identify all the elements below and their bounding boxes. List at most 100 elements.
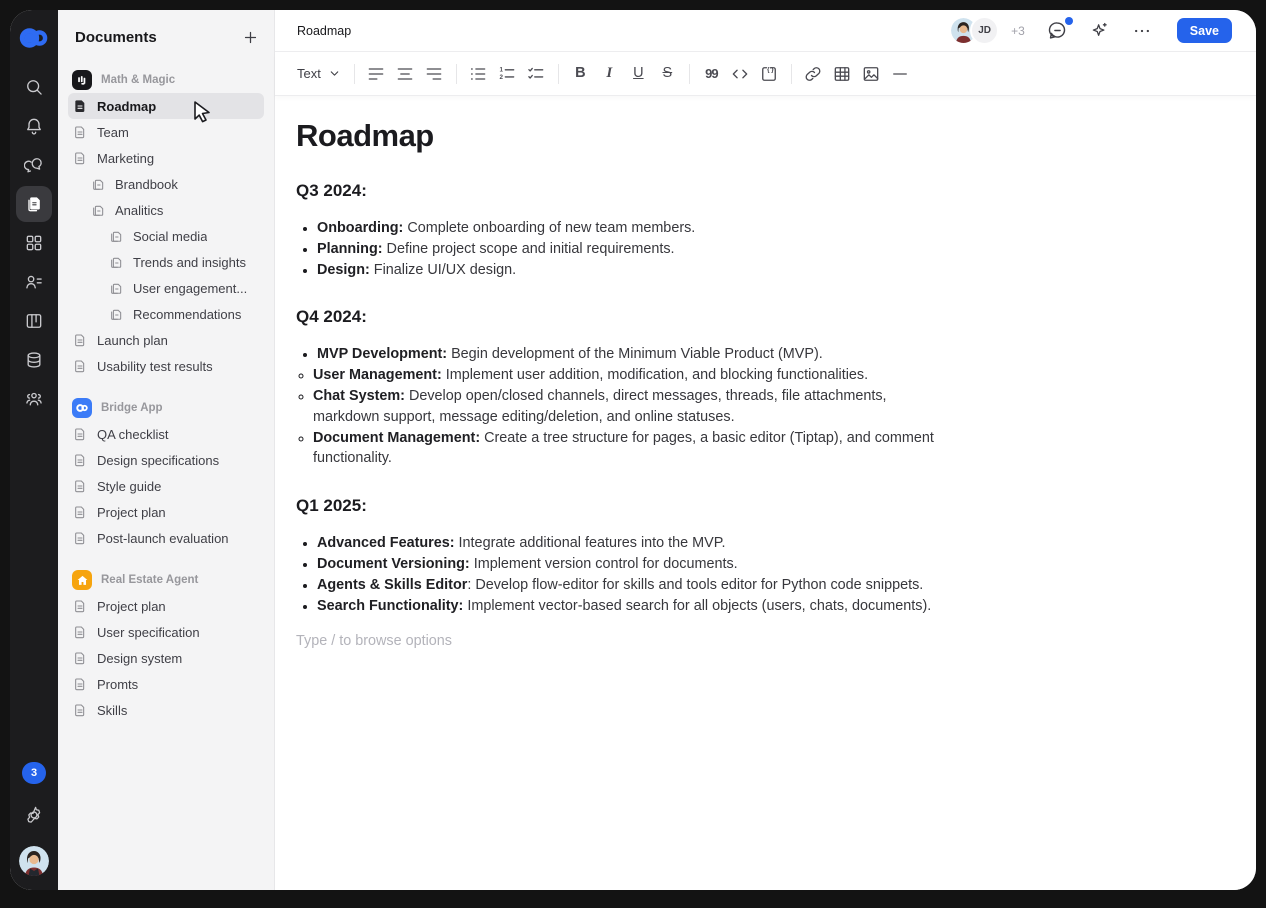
- editor-content[interactable]: Roadmap Q3 2024:Onboarding: Complete onb…: [275, 96, 1256, 890]
- sidebar-item-roadmap[interactable]: Roadmap: [68, 93, 264, 119]
- sidebar-item-user-specification[interactable]: User specification: [68, 619, 264, 645]
- pages-icon: [108, 306, 124, 322]
- ai-sparkle-icon[interactable]: [1087, 18, 1113, 44]
- editor-placeholder[interactable]: Type / to browse options: [296, 633, 1226, 649]
- quote-button[interactable]: 99: [697, 60, 726, 88]
- sidebar-item-social-media[interactable]: Social media: [68, 223, 264, 249]
- rail-chat-icon[interactable]: [16, 147, 52, 183]
- sidebar-item-brandbook[interactable]: Brandbook: [68, 171, 264, 197]
- notification-count-badge[interactable]: 3: [22, 762, 46, 784]
- rail-team-icon[interactable]: [16, 381, 52, 417]
- sidebar-section: Bridge App QA checklist Design specificati…: [68, 395, 264, 551]
- list-bullet-button[interactable]: [464, 60, 493, 88]
- sidebar-item-promts[interactable]: Promts: [68, 671, 264, 697]
- rail-documents-icon[interactable]: [16, 186, 52, 222]
- sidebar-item-qa-checklist[interactable]: QA checklist: [68, 421, 264, 447]
- main-panel: Roadmap JD +3: [275, 10, 1256, 890]
- sidebar-item-usability-test-results[interactable]: Usability test results: [68, 353, 264, 379]
- sidebar-item-design-specifications[interactable]: Design specifications: [68, 447, 264, 473]
- bullet-item: Planning: Define project scope and initi…: [317, 239, 946, 260]
- sidebar-item-project-plan[interactable]: Project plan: [68, 593, 264, 619]
- block-type-dropdown[interactable]: Text: [291, 62, 347, 85]
- collaborator-avatars: JD: [949, 16, 999, 45]
- page-icon: [72, 624, 88, 640]
- image-icon: [861, 64, 881, 84]
- sidebar-item-label: QA checklist: [97, 427, 169, 442]
- bullet-list: Advanced Features: Integrate additional …: [296, 533, 946, 616]
- page-filled-icon: [72, 98, 88, 114]
- rail-contacts-icon[interactable]: [16, 264, 52, 300]
- page-icon: [72, 598, 88, 614]
- bullet-list: Onboarding: Complete onboarding of new t…: [296, 218, 946, 280]
- list-check-button[interactable]: [522, 60, 551, 88]
- code-button[interactable]: [726, 60, 755, 88]
- bullet-item: Design: Finalize UI/UX design.: [317, 260, 946, 281]
- strikethrough-button[interactable]: S: [653, 60, 682, 88]
- rail-search-icon[interactable]: [16, 69, 52, 105]
- rail-grid-icon[interactable]: [16, 225, 52, 261]
- sidebar-item-trends-and-insights[interactable]: Trends and insights: [68, 249, 264, 275]
- rail-icon-list: [16, 66, 52, 420]
- bold-icon: B: [575, 66, 585, 81]
- align-center-button[interactable]: [391, 60, 420, 88]
- code-block-icon: {'}: [759, 64, 779, 84]
- sidebar-item-label: Project plan: [97, 505, 166, 520]
- bullet-item: Search Functionality: Implement vector-b…: [317, 596, 946, 617]
- page-icon: [72, 530, 88, 546]
- page-icon: [72, 650, 88, 666]
- settings-gear-icon[interactable]: [16, 797, 52, 833]
- align-left-button[interactable]: [362, 60, 391, 88]
- sidebar-item-user-engagement[interactable]: User engagement...: [68, 275, 264, 301]
- image-button[interactable]: [857, 60, 886, 88]
- section-header-bridge[interactable]: Bridge App: [68, 395, 264, 421]
- more-options-icon[interactable]: [1129, 18, 1155, 44]
- sidebar-item-label: Roadmap: [97, 99, 156, 114]
- rail-kanban-icon[interactable]: [16, 303, 52, 339]
- sidebar-item-design-system[interactable]: Design system: [68, 645, 264, 671]
- page-icon: [72, 676, 88, 692]
- comments-icon[interactable]: [1045, 18, 1071, 44]
- sidebar-item-marketing[interactable]: Marketing: [68, 145, 264, 171]
- sidebar-item-label: Team: [97, 125, 129, 140]
- document-title-breadcrumb: Roadmap: [297, 24, 351, 38]
- hr-button[interactable]: [886, 60, 915, 88]
- sidebar-item-skills[interactable]: Skills: [68, 697, 264, 723]
- sidebar-item-project-plan[interactable]: Project plan: [68, 499, 264, 525]
- bullet-item: MVP Development: Begin development of th…: [317, 344, 946, 365]
- section-header-house[interactable]: Real Estate Agent: [68, 567, 264, 593]
- rail-database-icon[interactable]: [16, 342, 52, 378]
- sidebar-item-post-launch-evaluation[interactable]: Post-launch evaluation: [68, 525, 264, 551]
- sidebar-item-label: Trends and insights: [133, 255, 246, 270]
- sidebar-item-style-guide[interactable]: Style guide: [68, 473, 264, 499]
- table-button[interactable]: [828, 60, 857, 88]
- add-document-button[interactable]: [240, 27, 260, 47]
- app-logo-icon[interactable]: [18, 22, 50, 54]
- collaborator-overflow-count[interactable]: +3: [1011, 24, 1025, 38]
- editor-toolbar: Text 12 BIUS 99 {'}: [275, 52, 1256, 96]
- collaborator-avatar-initials[interactable]: JD: [970, 16, 999, 45]
- underline-button[interactable]: U: [624, 60, 653, 88]
- bullet-item: Onboarding: Complete onboarding of new t…: [317, 218, 946, 239]
- sidebar-item-label: Design system: [97, 651, 182, 666]
- rail-bell-icon[interactable]: [16, 108, 52, 144]
- link-icon: [803, 64, 823, 84]
- bold-button[interactable]: B: [566, 60, 595, 88]
- user-avatar[interactable]: [19, 846, 49, 876]
- sidebar-item-label: Brandbook: [115, 177, 178, 192]
- bullet-list: User Management: Implement user addition…: [296, 365, 946, 469]
- sidebar-item-team[interactable]: Team: [68, 119, 264, 145]
- align-right-button[interactable]: [420, 60, 449, 88]
- list-ordered-button[interactable]: 12: [493, 60, 522, 88]
- sidebar-item-analitics[interactable]: Analitics: [68, 197, 264, 223]
- link-button[interactable]: [799, 60, 828, 88]
- save-button[interactable]: Save: [1177, 18, 1232, 43]
- bullet-item: Document Management: Create a tree struc…: [313, 428, 946, 470]
- section-header-math-magic[interactable]: Math & Magic: [68, 67, 264, 93]
- code-block-button[interactable]: {'}: [755, 60, 784, 88]
- sidebar-item-recommendations[interactable]: Recommendations: [68, 301, 264, 327]
- page-icon: [72, 124, 88, 140]
- hr-icon: [890, 64, 910, 84]
- italic-button[interactable]: I: [595, 60, 624, 88]
- sidebar-item-launch-plan[interactable]: Launch plan: [68, 327, 264, 353]
- table-icon: [832, 64, 852, 84]
